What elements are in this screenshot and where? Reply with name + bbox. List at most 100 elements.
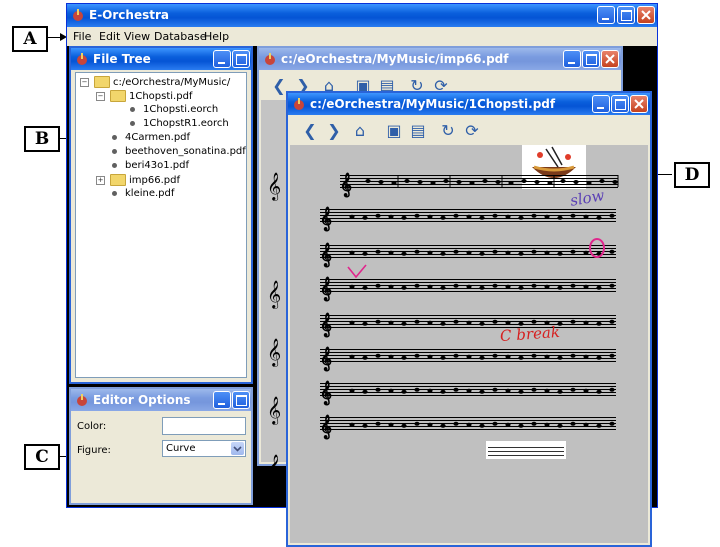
expand-icon[interactable]: + (96, 175, 105, 185)
notehead (479, 423, 485, 428)
close-icon (634, 99, 644, 109)
leaf-icon (130, 106, 135, 112)
notehead (430, 181, 436, 185)
tree-item-kleine[interactable]: kleine.pdf (112, 188, 174, 199)
grand-staff-icon: 𝄞 (267, 280, 282, 308)
save-as-icon[interactable]: ▤ (408, 121, 428, 141)
tree-item-1chopsti-pdf[interactable]: −1Chopsti.pdf (96, 90, 192, 102)
1chopsti-maximize-button[interactable] (611, 95, 629, 113)
notehead (427, 214, 433, 219)
tree-item-beri43o1[interactable]: beri43o1.pdf (112, 160, 189, 171)
imp66-close-button[interactable] (601, 50, 619, 68)
notehead (349, 354, 355, 359)
menu-database[interactable]: Database (154, 30, 207, 43)
notehead (583, 284, 589, 289)
menu-edit[interactable]: Edit (99, 30, 120, 43)
file-tree-minimize-button[interactable] (213, 50, 231, 68)
notehead (583, 214, 589, 219)
tree-item-1chopstr1-eorch[interactable]: 1ChopstR1.eorch (130, 118, 229, 129)
collapse-icon[interactable]: − (80, 77, 89, 87)
notehead (492, 213, 498, 218)
notehead (492, 387, 498, 392)
notehead (531, 387, 537, 392)
notehead (505, 214, 511, 219)
notehead (456, 180, 462, 184)
svg-text:𝄞: 𝄞 (320, 312, 332, 337)
notehead (453, 387, 459, 392)
notehead (427, 284, 433, 289)
notehead (440, 321, 446, 326)
chevron-down-icon[interactable] (231, 442, 244, 455)
notehead (388, 214, 394, 219)
svg-text:𝄞: 𝄞 (340, 172, 352, 197)
notehead (482, 179, 488, 183)
notehead (570, 213, 576, 218)
main-titlebar[interactable]: E-Orchestra (67, 4, 657, 27)
imp66-maximize-button[interactable] (582, 50, 600, 68)
1chopsti-toolbar: ❮ ❯ ⌂ ▣ ▤ ↻ ⟳ (290, 117, 648, 145)
notehead (570, 353, 576, 358)
file-tree-maximize-button[interactable] (232, 50, 250, 68)
tree-item-imp66[interactable]: + imp66.pdf (96, 174, 180, 186)
notehead (375, 319, 381, 324)
callout-c: C (24, 444, 60, 470)
editor-options-titlebar[interactable]: Editor Options (71, 389, 251, 411)
notehead (505, 388, 511, 393)
notehead (479, 321, 485, 326)
leaf-icon (112, 190, 117, 196)
tree-root-folder[interactable]: − c:/eOrchestra/MyMusic/ (80, 76, 230, 88)
1chopsti-title: c:/eOrchestra/MyMusic/1Chopsti.pdf (310, 97, 556, 111)
color-field[interactable] (162, 417, 246, 435)
close-icon (641, 10, 651, 20)
menu-view[interactable]: View (124, 30, 150, 43)
editor-options-maximize-button[interactable] (232, 391, 250, 409)
notehead (375, 283, 381, 288)
rotate-icon[interactable]: ↻ (438, 121, 458, 141)
minimize-button[interactable] (597, 6, 615, 24)
notehead (557, 355, 563, 360)
tree-item-beethoven[interactable]: beethoven_sonatina.pdf (112, 146, 246, 157)
save-icon[interactable]: ▣ (384, 121, 404, 141)
menu-help[interactable]: Help (204, 30, 229, 43)
notehead (466, 214, 472, 219)
notehead (570, 319, 576, 324)
notehead (362, 215, 368, 220)
notehead (531, 421, 537, 426)
1chopsti-close-button[interactable] (630, 95, 648, 113)
notehead (349, 388, 355, 393)
notehead (453, 213, 459, 218)
notehead (453, 319, 459, 324)
back-icon[interactable]: ❮ (300, 121, 320, 141)
file-tree: − c:/eOrchestra/MyMusic/ −1Chopsti.pdf 1C… (75, 72, 247, 378)
notehead (479, 355, 485, 360)
editor-options-minimize-button[interactable] (213, 391, 231, 409)
notehead (570, 283, 576, 288)
notehead (557, 389, 563, 394)
app-icon (294, 98, 304, 110)
imp66-titlebar[interactable]: c:/eOrchestra/MyMusic/imp66.pdf (259, 48, 621, 70)
forward-icon[interactable]: ❯ (324, 121, 344, 141)
close-button[interactable] (637, 6, 655, 24)
notehead (609, 213, 615, 218)
figure-select[interactable]: Curve (162, 440, 246, 457)
maximize-button[interactable] (617, 6, 635, 24)
imp66-minimize-button[interactable] (563, 50, 581, 68)
menu-file[interactable]: File (73, 30, 91, 43)
notehead (518, 389, 524, 394)
1chopsti-minimize-button[interactable] (592, 95, 610, 113)
notehead (453, 283, 459, 288)
1chopsti-titlebar[interactable]: c:/eOrchestra/MyMusic/1Chopsti.pdf (288, 93, 650, 115)
home-icon[interactable]: ⌂ (350, 121, 370, 141)
svg-text:𝄞: 𝄞 (320, 206, 332, 231)
notehead (349, 320, 355, 325)
tree-item-1chopsti-eorch[interactable]: 1Chopsti.eorch (130, 104, 218, 115)
document-window-1chopsti: c:/eOrchestra/MyMusic/1Chopsti.pdf ❮ ❯ ⌂… (286, 91, 652, 547)
figure-label: Figure: (77, 445, 111, 456)
file-tree-titlebar[interactable]: File Tree (71, 48, 251, 70)
notehead (544, 284, 550, 289)
notehead (570, 387, 576, 392)
collapse-icon[interactable]: − (96, 91, 105, 101)
notehead (505, 250, 511, 255)
refresh-icon[interactable]: ⟳ (462, 121, 482, 141)
tree-item-4carmen[interactable]: 4Carmen.pdf (112, 132, 190, 143)
